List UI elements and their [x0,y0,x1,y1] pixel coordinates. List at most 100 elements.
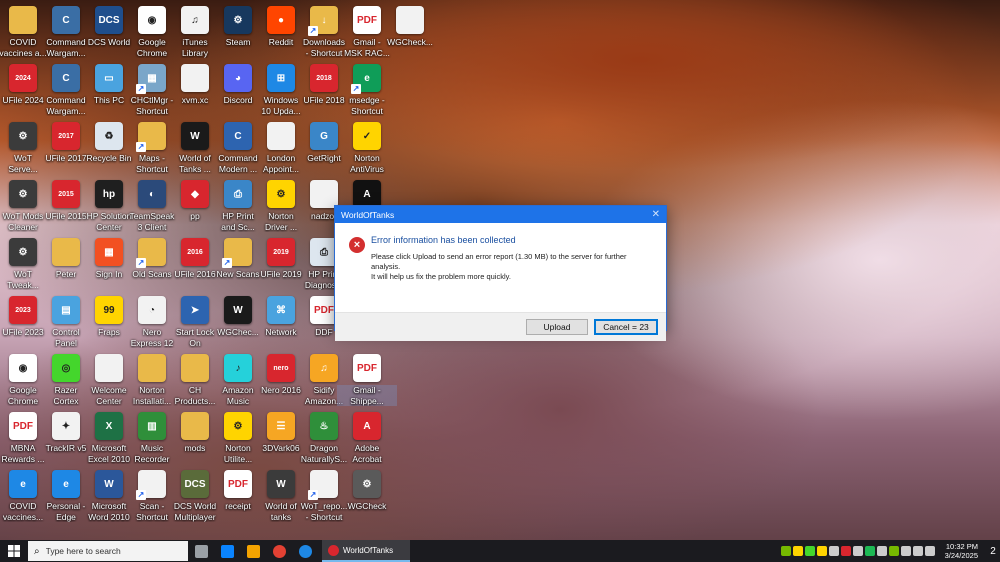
desktop-icon[interactable]: DCS DCS World Multiplayer [172,466,218,522]
taskbar-item-worldoftanks[interactable]: WorldOfTanks [322,540,410,562]
taskbar-pinned-item[interactable] [292,540,318,562]
nvidia-icon[interactable] [780,546,791,556]
excel-icon: X [95,412,123,440]
taskbar-pinned-item[interactable] [214,540,240,562]
clock[interactable]: 10:32 PM 3/24/2025 [945,542,978,560]
pdf-icon: PDF [353,354,381,382]
desktop-icon-label: WGCheck... [387,37,433,47]
desktop-icon[interactable]: emsedge - Shortcut [344,60,390,116]
desktop-icon[interactable]: 2016 UFile 2016 [172,234,218,290]
taskbar-pinned-item[interactable] [240,540,266,562]
desktop-icon[interactable]: WoT_repo... - Shortcut [301,466,347,522]
language-icon[interactable] [924,546,935,556]
taskbar: ⌕ WorldOfTanks 10:32 PM 3/24/2025 2 [0,540,1000,562]
desktop-icon[interactable]: ♫ iTunes Library [172,2,218,58]
desktop-icon[interactable]: ⚙ Steam [215,2,261,58]
wgcheck-icon: W [224,296,252,324]
volume-icon[interactable] [900,546,911,556]
norton-tray-icon[interactable] [816,546,827,556]
desktop-icon[interactable]: ▤ Control Panel [43,292,89,348]
wot-game-icon: W [267,470,295,498]
desktop-icon[interactable]: xvm.xc [172,60,218,116]
taskbar-item-label: WorldOfTanks [343,545,394,555]
desktop-icon[interactable]: ⌘ Network [258,292,304,348]
discord-icon: ◕ [224,64,252,92]
desktop-icon[interactable]: PDF MBNA Rewards ... [0,408,46,464]
desktop-icon[interactable]: ⚙ Norton Driver ... [258,176,304,232]
dialog-titlebar[interactable]: WorldOfTanks ✕ [335,206,666,223]
desktop-icon[interactable]: ⚙ WoT Mods Cleaner [0,176,46,232]
start-button[interactable] [0,540,28,562]
word-icon: W [95,470,123,498]
ufile-icon: 2024 [9,64,37,92]
edge-icon: e [52,470,80,498]
desktop-icon[interactable]: 2017 UFile 2017 [43,118,89,174]
folder-icon [181,412,209,440]
desktop-icon[interactable]: Old Scans [129,234,175,290]
desktop-icon[interactable]: London Appoint... [258,118,304,174]
desktop-icon[interactable]: PDF Gmail - Shippe... [337,350,397,406]
edge-icon: e [351,64,381,94]
desktop-icon[interactable]: Peter [43,234,89,290]
desktop-icon[interactable]: WGCheck... [387,2,433,58]
nvidia-icon[interactable] [888,546,899,556]
computer-icon: ▭ [95,64,123,92]
desktop-icon[interactable]: PDF Gmail - MSK RAC... [344,2,390,58]
desktop-icon[interactable]: ➤ Start Lock On [172,292,218,348]
text-file-icon [136,470,166,500]
desktop-icon[interactable]: ▦CHCtlMgr - Shortcut [129,60,175,116]
dragon-icon: ♨ [310,412,338,440]
teamspeak-icon: ◐ [138,180,166,208]
desktop-icon-label: Norton AntiVirus [350,153,384,174]
desktop-icon[interactable]: ⊞ Windows 10 Upda... [258,60,304,116]
desktop-icon[interactable]: New Scans [215,234,261,290]
pdf-icon: PDF [224,470,252,498]
taskbar-pinned-item[interactable] [266,540,292,562]
desktop-icon-label: msedge - Shortcut [349,95,385,116]
wot-game-icon: W [181,122,209,150]
notification-center-button[interactable]: 2 [986,546,1000,557]
task-view-icon [194,544,208,558]
desktop-icon[interactable]: ▦ Sign In [86,234,132,290]
wot-tray-icon[interactable] [840,546,851,556]
desktop-icon[interactable]: ✓ Norton AntiVirus [344,118,390,174]
pdf-icon: PDF [353,6,381,34]
upload-button[interactable]: Upload [526,319,588,335]
desktop-icon[interactable]: C Command Wargam... [43,60,89,116]
wot-icon [328,544,339,556]
search-input[interactable] [43,545,178,557]
security-icon[interactable] [852,546,863,556]
onedrive-icon[interactable] [876,546,887,556]
close-icon[interactable]: ✕ [652,209,660,220]
folder-icon [9,6,37,34]
network-icon[interactable] [912,546,923,556]
folder-icon [52,238,80,266]
desktop-icon[interactable]: A Adobe Acrobat [344,408,390,464]
desktop-icon[interactable]: ⚙ WoT Tweak... [0,234,46,290]
taskbar-search[interactable]: ⌕ [28,541,188,561]
store-icon [220,544,234,558]
norton-tray-icon[interactable] [792,546,803,556]
control-panel-icon: ▤ [52,296,80,324]
desktop-icon[interactable]: ▥ Music Recorder [129,408,175,464]
taskbar-pinned-item[interactable] [188,540,214,562]
ufile-icon: 2019 [267,238,295,266]
spotify-icon[interactable] [864,546,875,556]
cancel-button[interactable]: Cancel = 23 [594,319,658,335]
usb-icon[interactable] [828,546,839,556]
chrome-icon [272,544,286,558]
desktop-icon[interactable]: ⚙ WGCheck [344,466,390,522]
razer-tray-icon[interactable] [804,546,815,556]
desktop-icon[interactable]: C Command Wargam... [43,2,89,58]
desktop-icon[interactable]: ◐ TeamSpeak 3 Client [129,176,175,232]
dialog-title: WorldOfTanks [341,209,395,220]
recycle-bin-icon: ♻ [95,122,123,150]
edge-icon [298,544,312,558]
desktop-icon[interactable]: ⚙ WoT Serve... [0,118,46,174]
amazon-music-icon: ♪ [224,354,252,382]
desktop-icon[interactable]: ⚙ Norton Utilite... [215,408,261,464]
desktop-icon[interactable]: ♪ Amazon Music [215,350,261,406]
folder-icon [136,238,166,268]
desktop-icon[interactable]: W WGChec... [215,292,261,348]
chrome-icon: ◉ [138,6,166,34]
